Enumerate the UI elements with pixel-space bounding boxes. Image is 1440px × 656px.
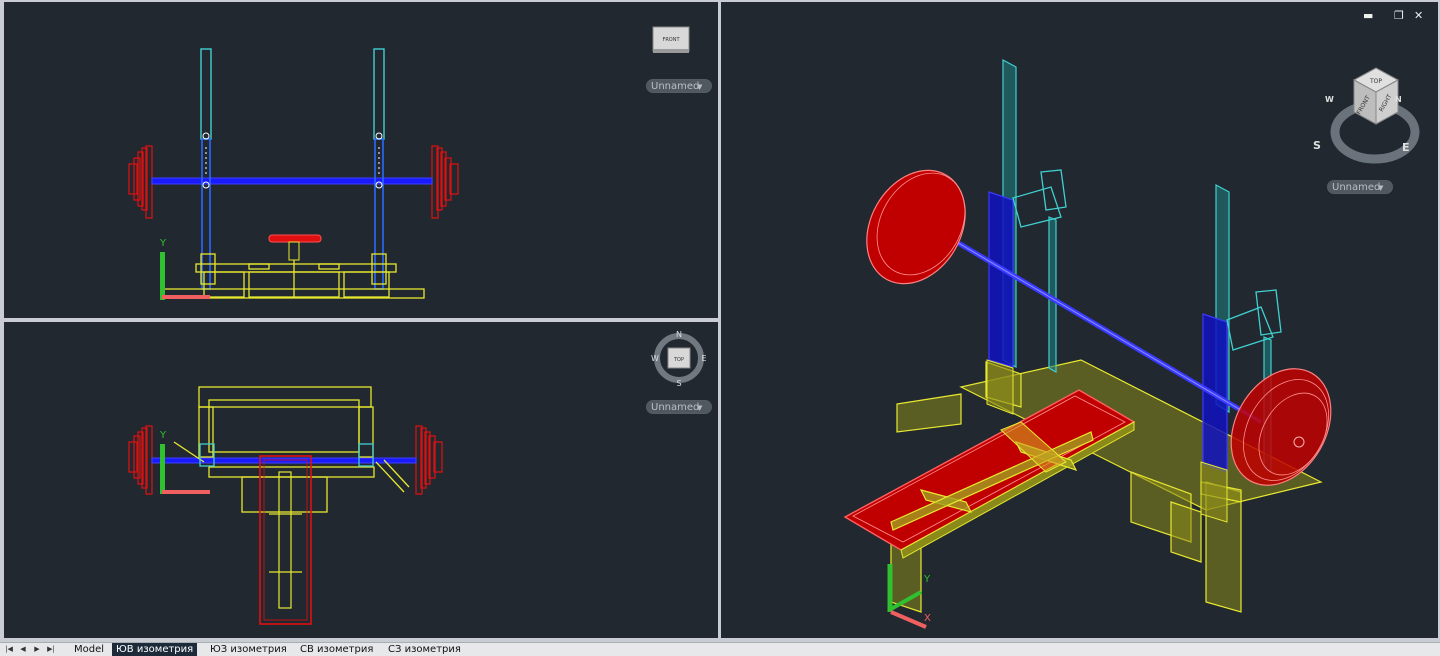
iso-compass-s: S <box>1313 139 1321 152</box>
front-barbell <box>151 177 433 185</box>
front-ucs-y-axis <box>160 252 165 300</box>
iso-view-style-label: Unnamed <box>1332 182 1381 193</box>
chevron-down-icon: ▼ <box>697 404 703 412</box>
iso-viewcube-top: TOP <box>1369 78 1382 85</box>
top-ucs-x-axis <box>162 490 210 494</box>
chevron-down-icon: ▼ <box>697 83 703 91</box>
viewport-iso[interactable]: ▬ ❐ ✕ Y X TOP FRONT RIGHT S E W N Unname… <box>721 2 1438 638</box>
iso-compass-w: W <box>1325 95 1334 104</box>
front-right-plates <box>431 145 459 219</box>
tab-ne-isometric[interactable]: СВ изометрия <box>296 643 377 656</box>
top-compass-w: W <box>651 354 659 363</box>
iso-ucs-y-label: Y <box>923 574 931 585</box>
tab-nw-isometric[interactable]: СЗ изометрия <box>384 643 465 656</box>
tab-model[interactable]: Model <box>70 643 108 656</box>
iso-view-drawing: Y X TOP FRONT RIGHT S E W N <box>843 58 1420 629</box>
front-view-style-label: Unnamed <box>651 81 700 92</box>
top-compass-n: N <box>676 330 682 339</box>
tab-sw-isometric[interactable]: ЮЗ изометрия <box>206 643 291 656</box>
front-view-style-dropdown[interactable]: Unnamed▼ <box>646 79 712 93</box>
top-ucs-y-axis <box>160 444 165 494</box>
top-view-style-dropdown[interactable]: Unnamed▼ <box>646 400 712 414</box>
front-ucs-x-axis <box>162 295 210 299</box>
top-compass-s: S <box>676 379 681 388</box>
layout-tab-bar: |◀ ◀ ▶ ▶| Model ЮВ изометрия ЮЗ изометри… <box>0 642 1440 656</box>
tab-se-isometric[interactable]: ЮВ изометрия <box>112 643 198 656</box>
front-bench-frame <box>163 253 425 299</box>
top-view-drawing: Y TOP N S E W <box>128 330 707 625</box>
top-compass-e: E <box>701 354 706 363</box>
front-viewcube-label: FRONT <box>662 37 680 43</box>
last-tab-icon[interactable]: ▶| <box>46 643 56 656</box>
front-viewcube[interactable]: FRONT <box>652 26 690 53</box>
chevron-down-icon: ▼ <box>1378 184 1384 192</box>
top-right-plates <box>415 425 443 495</box>
viewport-top[interactable]: Y TOP N S E W Unnamed▼ <box>4 322 718 638</box>
front-right-upright <box>373 48 385 140</box>
top-viewcube[interactable]: TOP N S E W <box>651 330 706 388</box>
first-tab-icon[interactable]: |◀ <box>4 643 14 656</box>
iso-viewcube[interactable]: TOP FRONT RIGHT S E W N <box>1313 67 1420 164</box>
iso-left-plates <box>866 169 966 285</box>
top-ucs-y-label: Y <box>159 430 167 441</box>
front-left-upright <box>200 48 212 140</box>
front-seat-pad <box>268 234 322 243</box>
top-viewcube-label: TOP <box>673 357 684 363</box>
iso-bench-pad <box>843 389 1136 559</box>
iso-compass-e: E <box>1402 141 1410 154</box>
iso-ucs-x-label: X <box>924 613 931 624</box>
next-tab-icon[interactable]: ▶ <box>32 643 42 656</box>
top-bench-pad <box>259 455 312 625</box>
top-view-style-label: Unnamed <box>651 402 700 413</box>
iso-view-style-dropdown[interactable]: Unnamed▼ <box>1327 180 1393 194</box>
viewport-front[interactable]: Y FRONT Unnamed▼ <box>4 2 718 318</box>
front-view-drawing: Y FRONT <box>128 26 690 300</box>
iso-compass-n: N <box>1395 95 1402 104</box>
front-left-plates <box>128 145 153 219</box>
front-ucs-y-label: Y <box>159 238 167 249</box>
top-left-plates <box>128 425 153 495</box>
prev-tab-icon[interactable]: ◀ <box>18 643 28 656</box>
